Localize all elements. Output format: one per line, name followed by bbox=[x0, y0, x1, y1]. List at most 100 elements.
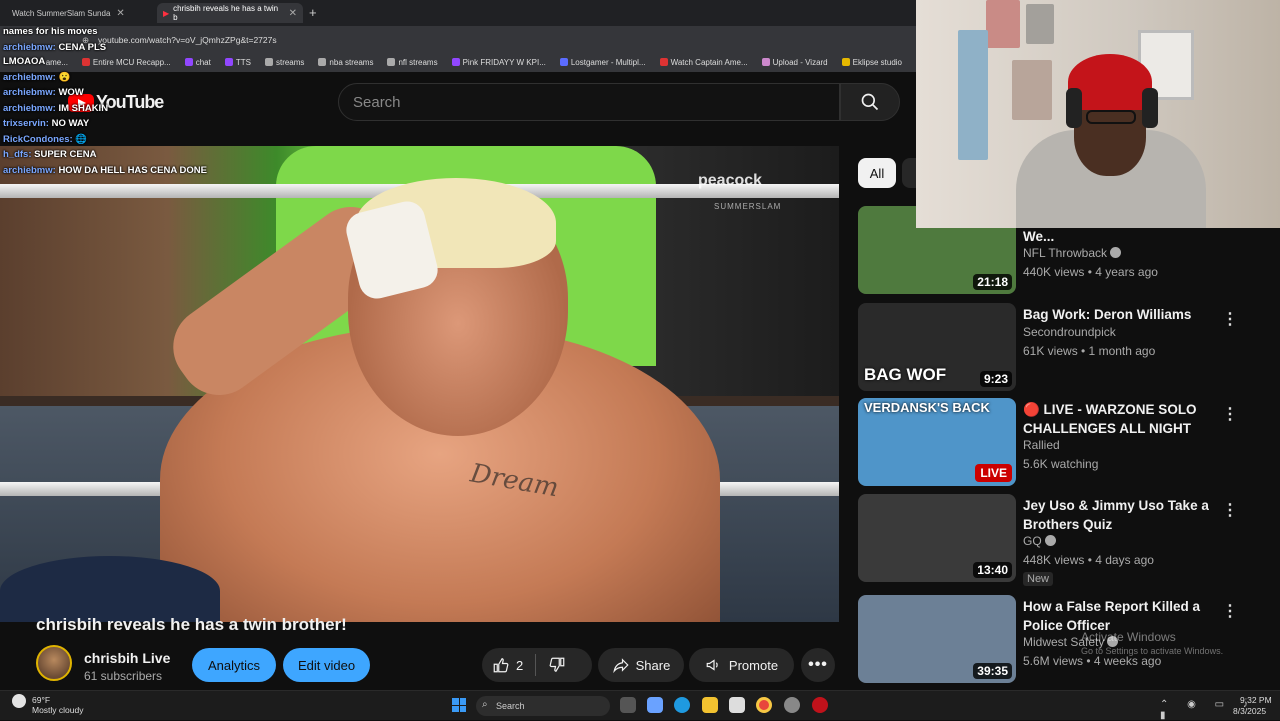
verified-icon bbox=[1110, 247, 1122, 258]
youtube-tab-icon: ▶ bbox=[163, 8, 170, 18]
bookmark-item[interactable]: nba streams bbox=[318, 58, 373, 67]
recommended-meta: 440K views • 4 years ago bbox=[1023, 265, 1158, 279]
video-player[interactable]: Dream peacock SUMMERSLAM bbox=[0, 146, 839, 622]
task-view-icon[interactable] bbox=[620, 697, 636, 713]
windows-taskbar bbox=[0, 690, 1280, 720]
bookmark-item[interactable]: Lostgamer - Multipl... bbox=[559, 58, 646, 67]
more-vert-icon[interactable]: ⋮ bbox=[1222, 404, 1238, 424]
edge-icon[interactable] bbox=[674, 697, 690, 713]
url-text[interactable]: youtube.com/watch?v=oV_jQmhzZPg&t=2727s bbox=[98, 35, 277, 45]
recommended-video[interactable]: BAG WOF 9:23 Bag Work: Deron Williams Secon… bbox=[858, 303, 1278, 393]
clock-time[interactable]: 9:32 PM bbox=[1240, 695, 1272, 705]
recommended-meta: 5.6M views • 4 weeks ago bbox=[1023, 654, 1162, 668]
bookmark-item[interactable]: TTS bbox=[224, 58, 251, 67]
recommended-title[interactable]: Bag Work: Deron Williams bbox=[1023, 305, 1223, 324]
windows-start-icon[interactable] bbox=[452, 698, 466, 712]
webcam-overlay bbox=[916, 0, 1280, 228]
weather-cloud-icon[interactable] bbox=[12, 694, 26, 708]
tab-summerslam[interactable]: Watch SummerSlam Sunda ✕ bbox=[6, 3, 152, 23]
more-vert-icon[interactable]: ⋮ bbox=[1222, 309, 1238, 329]
bookmark-item[interactable]: ame... bbox=[46, 58, 68, 67]
edit-video-button[interactable]: Edit video bbox=[283, 648, 370, 682]
chat-text: HOW DA HELL HAS CENA DONE bbox=[58, 165, 207, 176]
recommended-channel[interactable]: GQ bbox=[1023, 534, 1056, 548]
recommended-video[interactable]: 39:35 How a False Report Killed a Police … bbox=[858, 595, 1278, 685]
new-tab-icon[interactable]: + bbox=[309, 5, 317, 20]
recommended-meta: 448K views • 4 days ago bbox=[1023, 553, 1154, 567]
file-explorer-icon[interactable] bbox=[702, 697, 718, 713]
tab-youtube-video[interactable]: ▶ chrisbih reveals he has a twin b ✕ bbox=[157, 3, 303, 23]
video-thumbnail[interactable]: 39:35 bbox=[858, 595, 1016, 683]
chat-text: names for his moves bbox=[3, 26, 98, 37]
bookmark-item[interactable]: chat bbox=[184, 58, 211, 67]
video-thumbnail[interactable]: BAG WOF 9:23 bbox=[858, 303, 1016, 391]
channel-avatar[interactable] bbox=[36, 645, 72, 681]
recommended-video[interactable]: VERDANSK'S BACK LIVE 🔴 LIVE - WARZONE SOLO… bbox=[858, 398, 1278, 488]
recommended-title[interactable]: Jey Uso & Jimmy Uso Take a Brothers Quiz bbox=[1023, 496, 1223, 534]
bookmark-item[interactable]: Upload - Vizard bbox=[761, 58, 828, 67]
like-dislike-button[interactable]: 2 bbox=[482, 648, 592, 682]
peacock-watermark: peacock bbox=[698, 172, 763, 189]
chrome-icon[interactable] bbox=[756, 697, 772, 713]
video-thumbnail[interactable]: VERDANSK'S BACK LIVE bbox=[858, 398, 1016, 486]
chat-text: NO WAY bbox=[51, 118, 90, 129]
duration-badge: 39:35 bbox=[973, 663, 1012, 679]
chat-username: h_dfs: bbox=[3, 149, 32, 160]
activate-windows-subtitle: Go to Settings to activate Windows. bbox=[1081, 646, 1224, 656]
weather-condition[interactable]: Mostly cloudy bbox=[32, 705, 84, 715]
clock-date[interactable]: 8/3/2025 bbox=[1233, 706, 1266, 716]
close-icon[interactable]: ✕ bbox=[116, 8, 124, 19]
channel-name[interactable]: chrisbih Live bbox=[84, 650, 170, 666]
peacock-watermark-sub: SUMMERSLAM bbox=[714, 202, 782, 211]
channel-name-text: NFL Throwback bbox=[1023, 246, 1108, 260]
recommended-channel[interactable]: Rallied bbox=[1023, 438, 1060, 452]
chat-text: CENA PLS bbox=[58, 42, 107, 53]
share-icon bbox=[612, 658, 629, 674]
recommended-title[interactable]: 🔴 LIVE - WARZONE SOLO CHALLENGES ALL NIG… bbox=[1023, 400, 1223, 438]
more-actions-button[interactable]: ••• bbox=[801, 648, 835, 682]
recommended-meta: 5.6K watching bbox=[1023, 457, 1099, 471]
recommended-channel[interactable]: Secondroundpick bbox=[1023, 325, 1116, 339]
copilot-icon[interactable] bbox=[647, 697, 663, 713]
video-title: chrisbih reveals he has a twin brother! bbox=[36, 615, 347, 634]
recommended-channel[interactable]: NFL Throwback bbox=[1023, 246, 1122, 260]
bookmark-item[interactable]: Entire MCU Recapp... bbox=[81, 58, 171, 67]
chip-all[interactable]: All bbox=[858, 158, 896, 188]
bookmark-item[interactable]: Pink FRIDAYY W KPI... bbox=[451, 58, 546, 67]
channel-name-text: GQ bbox=[1023, 534, 1042, 548]
thumbs-down-icon[interactable] bbox=[548, 656, 566, 674]
search-button[interactable] bbox=[840, 83, 900, 121]
app-icon[interactable] bbox=[812, 697, 828, 713]
thumbs-up-icon[interactable] bbox=[492, 656, 510, 674]
search-icon bbox=[861, 93, 879, 111]
bookmark-item[interactable]: streams bbox=[264, 58, 304, 67]
recommended-meta: 61K views • 1 month ago bbox=[1023, 344, 1156, 358]
bookmark-item[interactable]: nfl streams bbox=[387, 58, 438, 67]
promote-button[interactable]: Promote bbox=[689, 648, 794, 682]
search-input[interactable]: Search bbox=[338, 83, 840, 121]
analytics-button[interactable]: Analytics bbox=[192, 648, 276, 682]
headphone-left bbox=[1066, 88, 1082, 128]
address-bar[interactable]: ⊕ youtube.com/watch?v=oV_jQmhzZPg&t=2727… bbox=[0, 26, 916, 52]
obs-icon[interactable] bbox=[784, 697, 800, 713]
bookmark-item[interactable]: Watch Captain Ame... bbox=[659, 58, 748, 67]
close-icon[interactable]: ✕ bbox=[289, 8, 297, 19]
share-button[interactable]: Share bbox=[598, 648, 684, 682]
chat-text: LMOAOA bbox=[3, 56, 46, 67]
chat-username: trixservin: bbox=[3, 118, 49, 129]
more-vert-icon[interactable]: ⋮ bbox=[1222, 601, 1238, 621]
taskbar-search[interactable]: ⌕ Search bbox=[476, 696, 610, 716]
chat-username: archiebmw: bbox=[3, 72, 56, 83]
verified-icon bbox=[1044, 535, 1056, 546]
chat-username: archiebmw: bbox=[3, 87, 56, 98]
store-icon[interactable] bbox=[729, 697, 745, 713]
more-icon: ••• bbox=[808, 656, 828, 673]
thumbnail-text: VERDANSK'S BACK bbox=[864, 400, 990, 415]
weather-temp[interactable]: 69°F bbox=[32, 695, 50, 705]
bookmark-item[interactable]: Eklipse studio bbox=[841, 58, 902, 67]
more-vert-icon[interactable]: ⋮ bbox=[1222, 500, 1238, 520]
bookmarks-bar: ame... Entire MCU Recapp... chat TTS str… bbox=[0, 52, 916, 72]
recommended-video[interactable]: 13:40 Jey Uso & Jimmy Uso Take a Brothers… bbox=[858, 494, 1278, 586]
chat-username: RickCondones: bbox=[3, 134, 73, 145]
video-thumbnail[interactable]: 13:40 bbox=[858, 494, 1016, 582]
